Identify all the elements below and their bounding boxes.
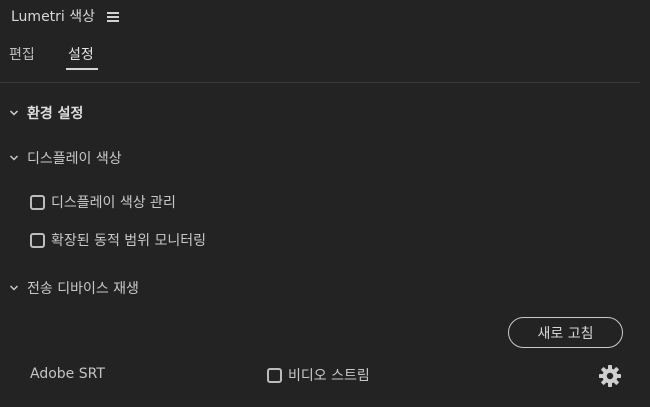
section-transmit-playback-label: 전송 디바이스 재생 <box>27 281 139 297</box>
chevron-down-icon <box>9 285 19 291</box>
tab-settings[interactable]: 설정 <box>68 45 94 65</box>
checkbox-box[interactable] <box>30 232 45 248</box>
video-stream-checkbox[interactable]: 비디오 스트림 <box>267 365 370 385</box>
device-name-label: Adobe SRT <box>30 366 105 382</box>
section-display-color[interactable]: 디스플레이 색상 <box>9 148 122 168</box>
active-tab-indicator <box>66 68 98 70</box>
section-transmit-playback[interactable]: 전송 디바이스 재생 <box>9 278 139 298</box>
chevron-down-icon <box>9 155 19 161</box>
section-environment-label: 환경 설정 <box>27 106 84 122</box>
section-display-color-label: 디스플레이 색상 <box>27 151 122 167</box>
gear-icon[interactable] <box>598 364 622 388</box>
panel-title: Lumetri 색상 <box>11 9 96 25</box>
chevron-down-icon <box>9 110 19 116</box>
tab-divider <box>0 82 640 83</box>
checkbox-box[interactable] <box>267 367 282 383</box>
display-color-management-checkbox[interactable]: 디스플레이 색상 관리 <box>30 192 176 212</box>
refresh-button[interactable]: 새로 고침 <box>508 317 623 348</box>
hamburger-menu-icon[interactable] <box>107 12 119 22</box>
checkbox-label: 비디오 스트림 <box>288 368 370 384</box>
checkbox-label: 디스플레이 색상 관리 <box>51 195 176 211</box>
section-environment-settings[interactable]: 환경 설정 <box>9 103 83 123</box>
hdr-monitoring-checkbox[interactable]: 확장된 동적 범위 모니터링 <box>30 230 206 250</box>
checkbox-box[interactable] <box>30 194 45 210</box>
checkbox-label: 확장된 동적 범위 모니터링 <box>51 233 207 249</box>
tab-edit[interactable]: 편집 <box>9 45 35 65</box>
